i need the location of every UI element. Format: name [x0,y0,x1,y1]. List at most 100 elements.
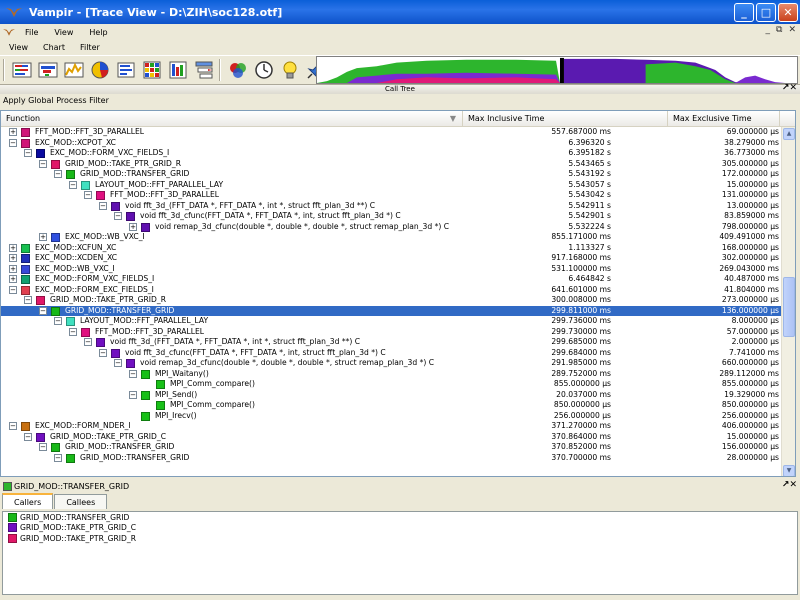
tree-row[interactable]: − EXC_MOD::FORM_EXC_FIELDS_I 641.601000 ms… [1,285,795,296]
tree-row[interactable]: − GRID_MOD::TAKE_PTR_GRID_R 300.008000 ms 2… [1,295,795,306]
collapse-icon[interactable]: − [39,306,47,315]
tree-row[interactable]: − void remap_3d_cfunc(double *, double *,… [1,358,795,369]
scroll-thumb[interactable] [783,277,795,337]
tree-row[interactable]: + EXC_MOD::FORM_VXC_FIELDS_I 6.464842 s 40.… [1,274,795,285]
collapse-icon[interactable]: − [24,432,32,441]
caller-item[interactable]: GRID_MOD::TAKE_PTR_GRID_R [3,533,797,544]
lightbulb-icon[interactable] [278,58,302,82]
tree-row[interactable]: − GRID_MOD::TRANSFER_GRID 370.700000 ms 28.… [1,453,795,464]
tree-row[interactable]: − EXC_MOD::FORM_NDER_I 371.270000 ms 406.00… [1,421,795,432]
collapse-icon[interactable]: − [9,285,17,294]
tree-row[interactable]: − LAYOUT_MOD::FFT_PARALLEL_LAY 299.736000 … [1,316,795,327]
collapse-icon[interactable]: − [129,369,137,378]
tree-row[interactable]: − FFT_MOD::FFT_3D_PARALLEL 299.730000 ms 57… [1,327,795,338]
document-icon[interactable] [3,27,17,37]
call-tree-icon[interactable] [192,58,216,82]
tab-callees[interactable]: Callees [54,494,108,509]
column-max-exclusive[interactable]: Max Exclusive Time [668,111,780,126]
tree-row[interactable]: + EXC_MOD::WB_VXC_I 855.171000 ms 409.49100… [1,232,795,243]
caller-item[interactable]: GRID_MOD::TRANSFER_GRID [3,512,797,523]
collapse-icon[interactable]: − [129,390,137,399]
tree-row[interactable]: − LAYOUT_MOD::FFT_PARALLEL_LAY 5.543057 s 1… [1,180,795,191]
column-function[interactable]: Function ▼ [1,111,463,126]
panel-undock-close-button[interactable]: ↗✕ [782,84,797,93]
tree-row[interactable]: + EXC_MOD::WB_VXC_I 531.100000 ms 269.04300… [1,264,795,275]
tree-row[interactable]: − void fft_3d_(FFT_DATA *, FFT_DATA *, in… [1,337,795,348]
tree-row[interactable]: − GRID_MOD::TAKE_PTR_GRID_C 370.864000 ms 1… [1,432,795,443]
bottom-panel-undock-close-button[interactable]: ↗✕ [782,480,797,490]
expand-icon[interactable]: + [9,243,17,252]
tree-row[interactable]: − MPI_Send() 20.037000 ms 19.329000 ms [1,390,795,401]
call-tree-table[interactable]: Function ▼ Max Inclusive Time Max Exclus… [0,110,796,477]
expand-icon[interactable]: + [9,128,17,136]
function-summary-icon[interactable] [88,58,112,82]
tree-row[interactable]: MPI_Comm_compare() 850.000000 µs 850.00000… [1,400,795,411]
collapse-icon[interactable]: − [69,180,77,189]
menu-view[interactable]: View [46,28,81,37]
tree-row[interactable]: + EXC_MOD::XCFUN_XC 1.113327 s 168.000000 µ… [1,243,795,254]
collapse-icon[interactable]: − [69,327,77,336]
tree-row[interactable]: + EXC_MOD::XCDEN_XC 917.168000 ms 302.00000… [1,253,795,264]
timeline-overview[interactable] [316,56,798,84]
collapse-icon[interactable]: − [114,212,122,220]
close-button[interactable]: ✕ [778,2,798,22]
tree-row[interactable]: MPI_Comm_compare() 855.000000 µs 855.00000… [1,379,795,390]
expand-icon[interactable]: + [39,233,47,241]
collapse-icon[interactable]: − [84,191,92,199]
scroll-up-button[interactable]: ▲ [783,128,795,140]
callers-list[interactable]: GRID_MOD::TRANSFER_GRIDGRID_MOD::TAKE_PT… [2,511,798,595]
collapse-icon[interactable]: − [54,317,62,325]
expand-icon[interactable]: + [129,222,137,231]
menu-file[interactable]: File [17,28,46,37]
collapse-icon[interactable]: − [54,453,62,462]
doc-close-button[interactable]: ✕ [788,25,796,35]
collapse-icon[interactable]: − [54,170,62,178]
vertical-scrollbar[interactable]: ▲ ▼ [781,127,795,476]
tree-row[interactable]: − FFT_MOD::FFT_3D_PARALLEL 5.543042 s 131.0… [1,190,795,201]
process-summary-icon[interactable] [226,58,250,82]
collapse-icon[interactable]: − [24,296,32,304]
collapse-icon[interactable]: − [99,348,107,357]
column-max-inclusive[interactable]: Max Inclusive Time [463,111,668,126]
expand-icon[interactable]: + [9,264,17,273]
message-summary-icon[interactable] [114,58,138,82]
minimize-button[interactable]: _ [734,2,754,22]
collapse-icon[interactable]: − [99,201,107,210]
menu-help[interactable]: Help [81,28,115,37]
collapse-icon[interactable]: − [39,443,47,451]
io-summary-icon[interactable] [166,58,190,82]
global-process-filter[interactable]: Apply Global Process Filter [3,96,109,105]
tree-row[interactable]: − void fft_3d_cfunc(FFT_DATA *, FFT_DATA … [1,348,795,359]
collapse-icon[interactable]: − [39,159,47,168]
counter-timeline-icon[interactable] [62,58,86,82]
collapse-icon[interactable]: − [114,359,122,367]
tree-row[interactable]: + void remap_3d_cfunc(double *, double *,… [1,222,795,233]
master-timeline-icon[interactable] [10,58,34,82]
expand-icon[interactable]: + [9,275,17,283]
tree-row[interactable]: − GRID_MOD::TRANSFER_GRID 5.543192 s 172.00… [1,169,795,180]
scroll-down-button[interactable]: ▼ [783,465,795,476]
menu-filter[interactable]: Filter [71,43,106,52]
tree-row[interactable]: − MPI_Waitany() 289.752000 ms 289.112000 ms [1,369,795,380]
tree-row[interactable]: + FFT_MOD::FFT_3D_PARALLEL 557.687000 ms 69… [1,127,795,138]
doc-minimize-button[interactable]: _ [766,25,771,35]
clock-icon[interactable] [252,58,276,82]
collapse-icon[interactable]: − [9,138,17,147]
tree-row[interactable]: − GRID_MOD::TAKE_PTR_GRID_R 5.543465 s 305.… [1,159,795,170]
maximize-button[interactable]: □ [756,2,776,22]
tab-callers[interactable]: Callers [2,493,54,509]
tree-row[interactable]: − void fft_3d_(FFT_DATA *, FFT_DATA *, in… [1,201,795,212]
communication-matrix-icon[interactable] [140,58,164,82]
tree-row[interactable]: − GRID_MOD::TRANSFER_GRID 299.811000 ms 136… [1,305,795,316]
collapse-icon[interactable]: − [84,338,92,346]
process-timeline-icon[interactable] [36,58,60,82]
menu-view-2[interactable]: View [0,43,34,52]
collapse-icon[interactable]: − [9,422,17,430]
collapse-icon[interactable]: − [24,149,32,157]
menu-chart[interactable]: Chart [34,43,71,52]
tree-row[interactable]: MPI_Irecv() 256.000000 µs 256.000000 µs [1,411,795,422]
tree-row[interactable]: − GRID_MOD::TRANSFER_GRID 370.852000 ms 156… [1,442,795,453]
tree-row[interactable]: − EXC_MOD::XCPOT_XC 6.396320 s 38.279000 ms [1,138,795,149]
expand-icon[interactable]: + [9,254,17,262]
tree-row[interactable]: − void fft_3d_cfunc(FFT_DATA *, FFT_DATA … [1,211,795,222]
